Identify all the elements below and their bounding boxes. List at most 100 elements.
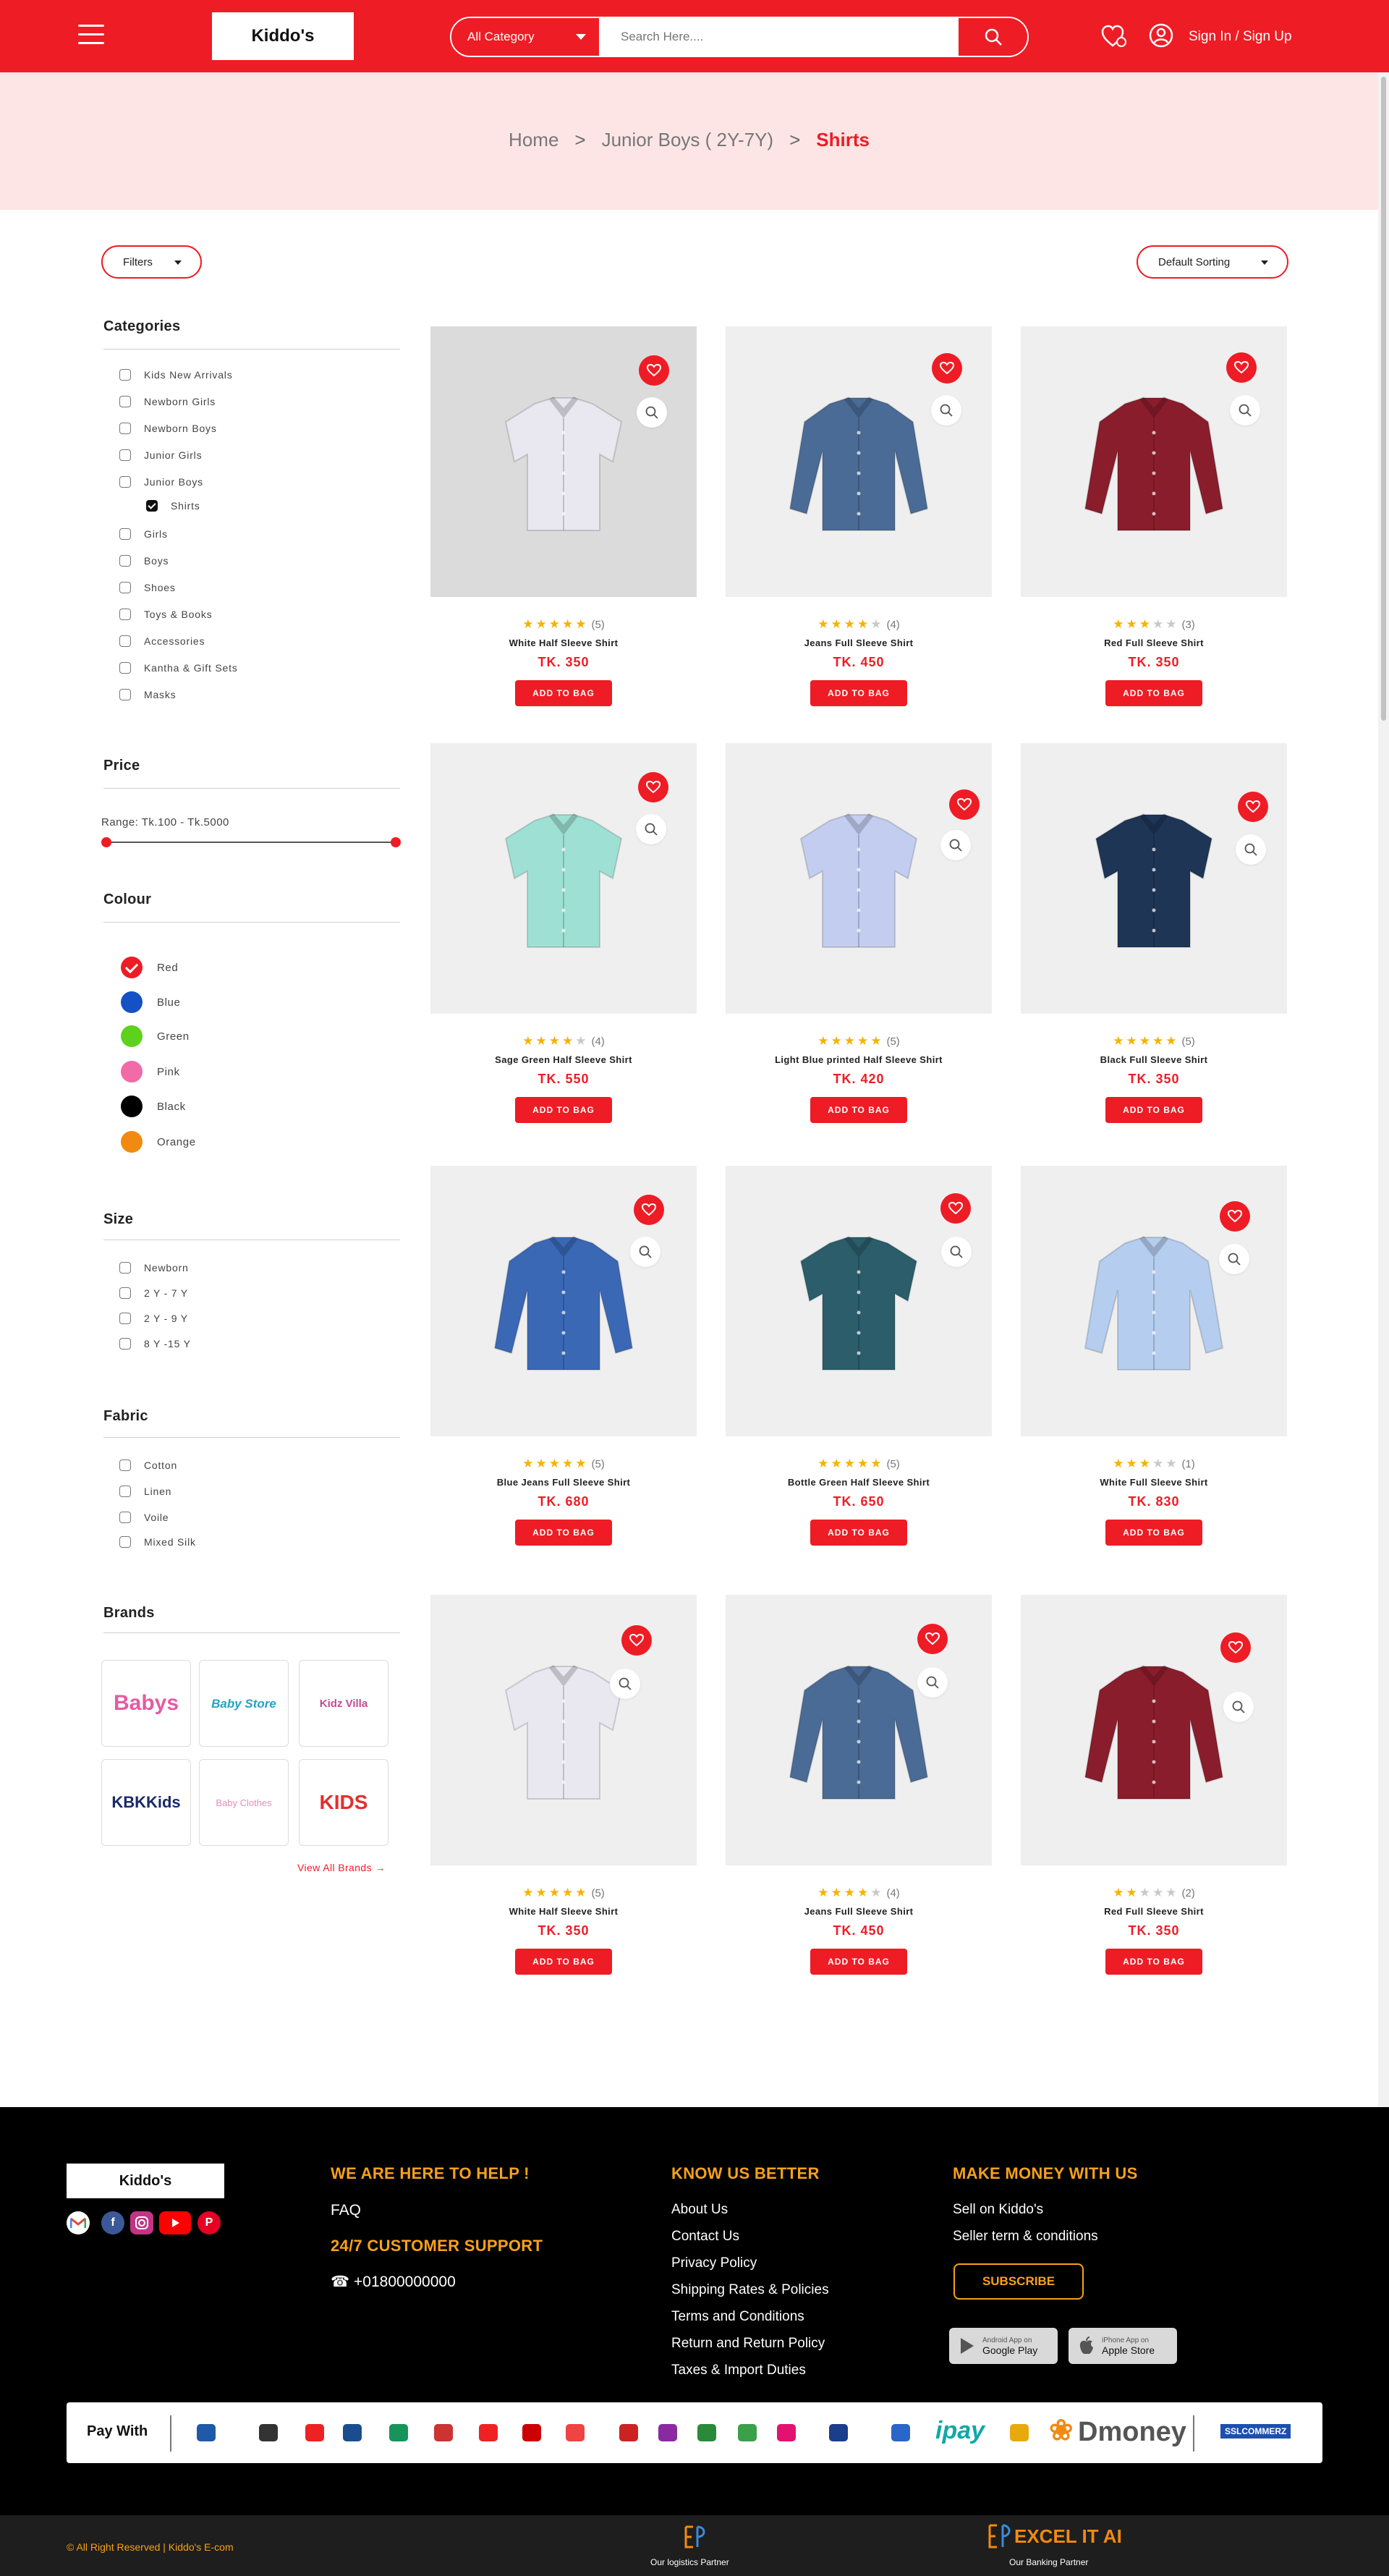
product-name[interactable]: Red Full Sleeve Shirt	[1021, 637, 1287, 648]
wishlist-button[interactable]	[932, 353, 962, 384]
wishlist-button[interactable]	[1226, 352, 1257, 383]
page-scrollbar[interactable]	[1378, 72, 1389, 2107]
fabric-item[interactable]: Cotton	[119, 1459, 177, 1471]
search-button[interactable]	[959, 18, 1027, 56]
brand-card-baby-clothes[interactable]: Baby Clothes	[199, 1759, 289, 1846]
footer-link[interactable]: Sell on Kiddo's	[953, 2202, 1043, 2218]
footer-link[interactable]: Seller term & conditions	[953, 2229, 1098, 2245]
gmail-icon[interactable]	[67, 2211, 90, 2234]
wishlist-button[interactable]	[639, 355, 669, 386]
footer-link[interactable]: Return and Return Policy	[671, 2336, 825, 2352]
product-card[interactable]: ★★★★★ (5) Black Full Sleeve Shirt TK. 350 AD…	[1021, 743, 1287, 1127]
colour-option[interactable]: Blue	[121, 991, 180, 1013]
quick-view-button[interactable]	[931, 395, 961, 425]
checkbox[interactable]	[119, 1486, 131, 1497]
add-to-bag-button[interactable]: ADD TO BAG	[810, 1097, 907, 1123]
category-item[interactable]: Newborn Boys	[119, 423, 217, 434]
phone-link[interactable]: ☎ +01800000000	[331, 2273, 456, 2291]
product-card[interactable]: ★★★★★ (3) Red Full Sleeve Shirt TK. 350 ADD …	[1021, 326, 1287, 710]
size-item[interactable]: Newborn	[119, 1262, 189, 1274]
footer-link[interactable]: Privacy Policy	[671, 2255, 757, 2271]
size-item[interactable]: 8 Y -15 Y	[119, 1338, 191, 1350]
size-item[interactable]: 2 Y - 7 Y	[119, 1287, 188, 1299]
product-image[interactable]	[1021, 1595, 1287, 1865]
instagram-icon[interactable]	[130, 2211, 153, 2234]
product-card[interactable]: ★★★★★ (5) Light Blue printed Half Sleeve S…	[726, 743, 992, 1127]
quick-view-button[interactable]	[636, 814, 666, 844]
subscribe-button[interactable]: SUBSCRIBE	[953, 2263, 1084, 2300]
product-name[interactable]: White Half Sleeve Shirt	[430, 637, 697, 648]
product-image[interactable]	[726, 743, 992, 1014]
sorting-select[interactable]: Default Sorting	[1137, 245, 1288, 279]
facebook-icon[interactable]: f	[101, 2211, 124, 2234]
checkbox[interactable]	[119, 369, 131, 381]
colour-swatch[interactable]	[121, 957, 143, 978]
fabric-item[interactable]: Voile	[119, 1512, 169, 1523]
quick-view-button[interactable]	[610, 1669, 640, 1699]
breadcrumb-home[interactable]: Home	[509, 129, 558, 151]
signin-link[interactable]: Sign In / Sign Up	[1189, 29, 1292, 45]
category-item[interactable]: Masks	[119, 689, 176, 700]
colour-option[interactable]: Orange	[121, 1131, 196, 1153]
category-item[interactable]: Kantha & Gift Sets	[119, 662, 238, 674]
checkbox[interactable]	[119, 1262, 131, 1274]
faq-link[interactable]: FAQ	[331, 2202, 361, 2219]
price-slider-max-handle[interactable]	[391, 837, 401, 847]
size-item[interactable]: 2 Y - 9 Y	[119, 1313, 188, 1324]
category-item[interactable]: Girls	[119, 528, 168, 540]
footer-link[interactable]: Terms and Conditions	[671, 2309, 804, 2325]
checkbox[interactable]	[119, 1512, 131, 1523]
wishlist-button[interactable]	[621, 1625, 652, 1656]
product-card[interactable]: ★★★★★ (5) White Half Sleeve Shirt TK. 350 AD…	[430, 1595, 697, 1978]
category-item[interactable]: Shirts	[146, 500, 200, 512]
add-to-bag-button[interactable]: ADD TO BAG	[1105, 1520, 1202, 1546]
product-card[interactable]: ★★★★★ (1) White Full Sleeve Shirt TK. 830 AD…	[1021, 1166, 1287, 1549]
checkbox[interactable]	[119, 528, 131, 540]
checkbox[interactable]	[119, 1287, 131, 1299]
scrollbar-thumb[interactable]	[1381, 77, 1386, 721]
wishlist-button[interactable]	[1220, 1632, 1251, 1663]
product-image[interactable]	[726, 326, 992, 597]
colour-swatch[interactable]	[121, 1025, 143, 1047]
quick-view-button[interactable]	[1230, 395, 1260, 425]
product-card[interactable]: ★★★★★ (5) Blue Jeans Full Sleeve Shirt TK. …	[430, 1166, 697, 1549]
category-item[interactable]: Newborn Girls	[119, 396, 216, 407]
category-item[interactable]: Boys	[119, 555, 169, 567]
add-to-bag-button[interactable]: ADD TO BAG	[515, 680, 612, 706]
footer-link[interactable]: About Us	[671, 2202, 728, 2218]
brand-card-babys[interactable]: Babys	[101, 1660, 191, 1747]
banking-partner-logo[interactable]: EXCEL IT AI	[985, 2522, 1122, 2550]
product-name[interactable]: Black Full Sleeve Shirt	[1021, 1054, 1287, 1065]
category-item[interactable]: Accessories	[119, 635, 205, 647]
product-card[interactable]: ★★★★★ (4) Jeans Full Sleeve Shirt TK. 450 AD…	[726, 1595, 992, 1978]
wishlist-button[interactable]	[638, 772, 668, 802]
quick-view-button[interactable]	[1219, 1244, 1249, 1274]
quick-view-button[interactable]	[630, 1237, 660, 1267]
product-image[interactable]	[726, 1595, 992, 1865]
checkbox[interactable]	[119, 582, 131, 593]
product-card[interactable]: ★★★★★ (5) Bottle Green Half Sleeve Shirt TK…	[726, 1166, 992, 1549]
checkbox[interactable]	[119, 609, 131, 620]
app-store-button[interactable]: iPhone App on Apple Store	[1069, 2328, 1177, 2364]
product-name[interactable]: Light Blue printed Half Sleeve Shirt	[726, 1054, 992, 1065]
category-item[interactable]: Kids New Arrivals	[119, 369, 233, 381]
quick-view-button[interactable]	[1223, 1692, 1254, 1722]
brand-card-kidz-villa[interactable]: Kidz Villa	[299, 1660, 388, 1747]
product-name[interactable]: Sage Green Half Sleeve Shirt	[430, 1054, 697, 1065]
colour-option[interactable]: Red	[121, 957, 178, 978]
category-item[interactable]: Toys & Books	[119, 609, 212, 620]
product-card[interactable]: ★★★★★ (5) White Half Sleeve Shirt TK. 350 AD…	[430, 326, 697, 710]
google-play-button[interactable]: Android App on Google Play	[949, 2328, 1058, 2364]
checkbox[interactable]	[119, 689, 131, 700]
wishlist-button[interactable]	[917, 1624, 948, 1654]
product-name[interactable]: White Full Sleeve Shirt	[1021, 1477, 1287, 1488]
add-to-bag-button[interactable]: ADD TO BAG	[515, 1097, 612, 1123]
quick-view-button[interactable]	[637, 397, 667, 428]
product-image[interactable]	[430, 326, 697, 597]
youtube-icon[interactable]	[159, 2211, 191, 2234]
checkbox[interactable]	[119, 476, 131, 488]
category-item[interactable]: Junior Girls	[119, 449, 202, 461]
footer-link[interactable]: Contact Us	[671, 2229, 739, 2245]
price-slider-track[interactable]	[106, 842, 396, 843]
pinterest-icon[interactable]: P	[197, 2211, 221, 2234]
